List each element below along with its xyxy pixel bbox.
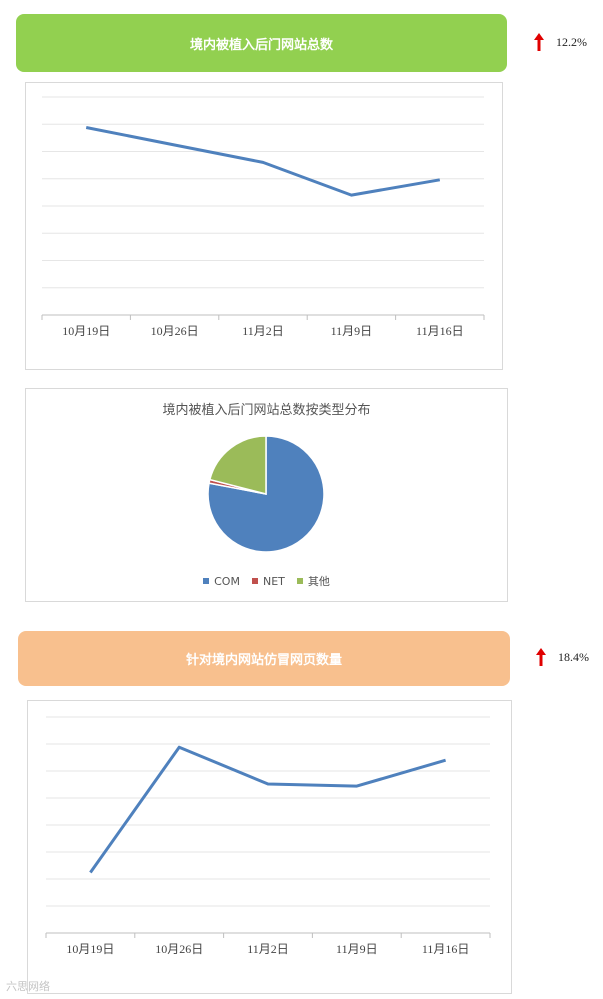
x-tick-label: 10月26日 xyxy=(151,324,199,338)
arrow-up-icon xyxy=(536,648,546,666)
phishing-trend-chart: 10月19日 10月26日 11月2日 11月9日 11月16日 xyxy=(27,700,512,994)
legend-label-com: COM xyxy=(214,574,240,588)
legend-label-other: 其他 xyxy=(307,575,330,588)
section1-change: 12.2% xyxy=(534,33,587,51)
pie-legend: COM NET 其他 xyxy=(26,573,507,589)
section1-title-banner: 境内被植入后门网站总数 xyxy=(16,14,507,72)
x-tick-label: 10月26日 xyxy=(155,942,203,956)
x-tick-label: 11月16日 xyxy=(422,942,470,956)
series-line xyxy=(85,126,441,197)
section2-title: 针对境内网站仿冒网页数量 xyxy=(185,653,342,668)
arrow-up-icon xyxy=(534,33,544,51)
backdoor-type-pie-chart: 境内被植入后门网站总数按类型分布 COM NET 其他 xyxy=(25,388,508,602)
legend-swatch-net xyxy=(251,578,258,584)
legend-label-net: NET xyxy=(262,574,285,588)
section2-change: 18.4% xyxy=(536,648,589,666)
legend-swatch-com xyxy=(203,578,210,584)
section1-change-value: 12.2% xyxy=(556,34,587,49)
x-tick-label: 11月16日 xyxy=(416,324,464,338)
x-tick-label: 11月2日 xyxy=(247,942,289,956)
watermark: 六思网络 xyxy=(6,980,50,993)
legend-item-com: COM xyxy=(203,573,240,589)
phishing-trend-svg: 10月19日 10月26日 11月2日 11月9日 11月16日 xyxy=(45,716,491,956)
section2-title-banner: 针对境内网站仿冒网页数量 xyxy=(18,631,510,686)
legend-item-other: 其他 xyxy=(296,573,330,589)
backdoor-trend-svg: 10月19日 10月26日 11月2日 11月9日 11月16日 xyxy=(41,96,485,338)
x-tick-label: 11月2日 xyxy=(242,324,284,338)
section2-change-value: 18.4% xyxy=(558,649,589,664)
legend-item-net: NET xyxy=(251,573,285,589)
section1-title: 境内被植入后门网站总数 xyxy=(189,37,333,53)
legend-swatch-other xyxy=(296,578,303,584)
x-tick-label: 10月19日 xyxy=(66,942,114,956)
x-tick-label: 11月9日 xyxy=(331,324,373,338)
pie-chart-svg xyxy=(207,435,325,553)
x-tick-label: 10月19日 xyxy=(62,324,110,338)
series-line xyxy=(89,745,447,874)
x-tick-label: 11月9日 xyxy=(336,942,378,956)
backdoor-trend-chart: 10月19日 10月26日 11月2日 11月9日 11月16日 xyxy=(25,82,503,370)
